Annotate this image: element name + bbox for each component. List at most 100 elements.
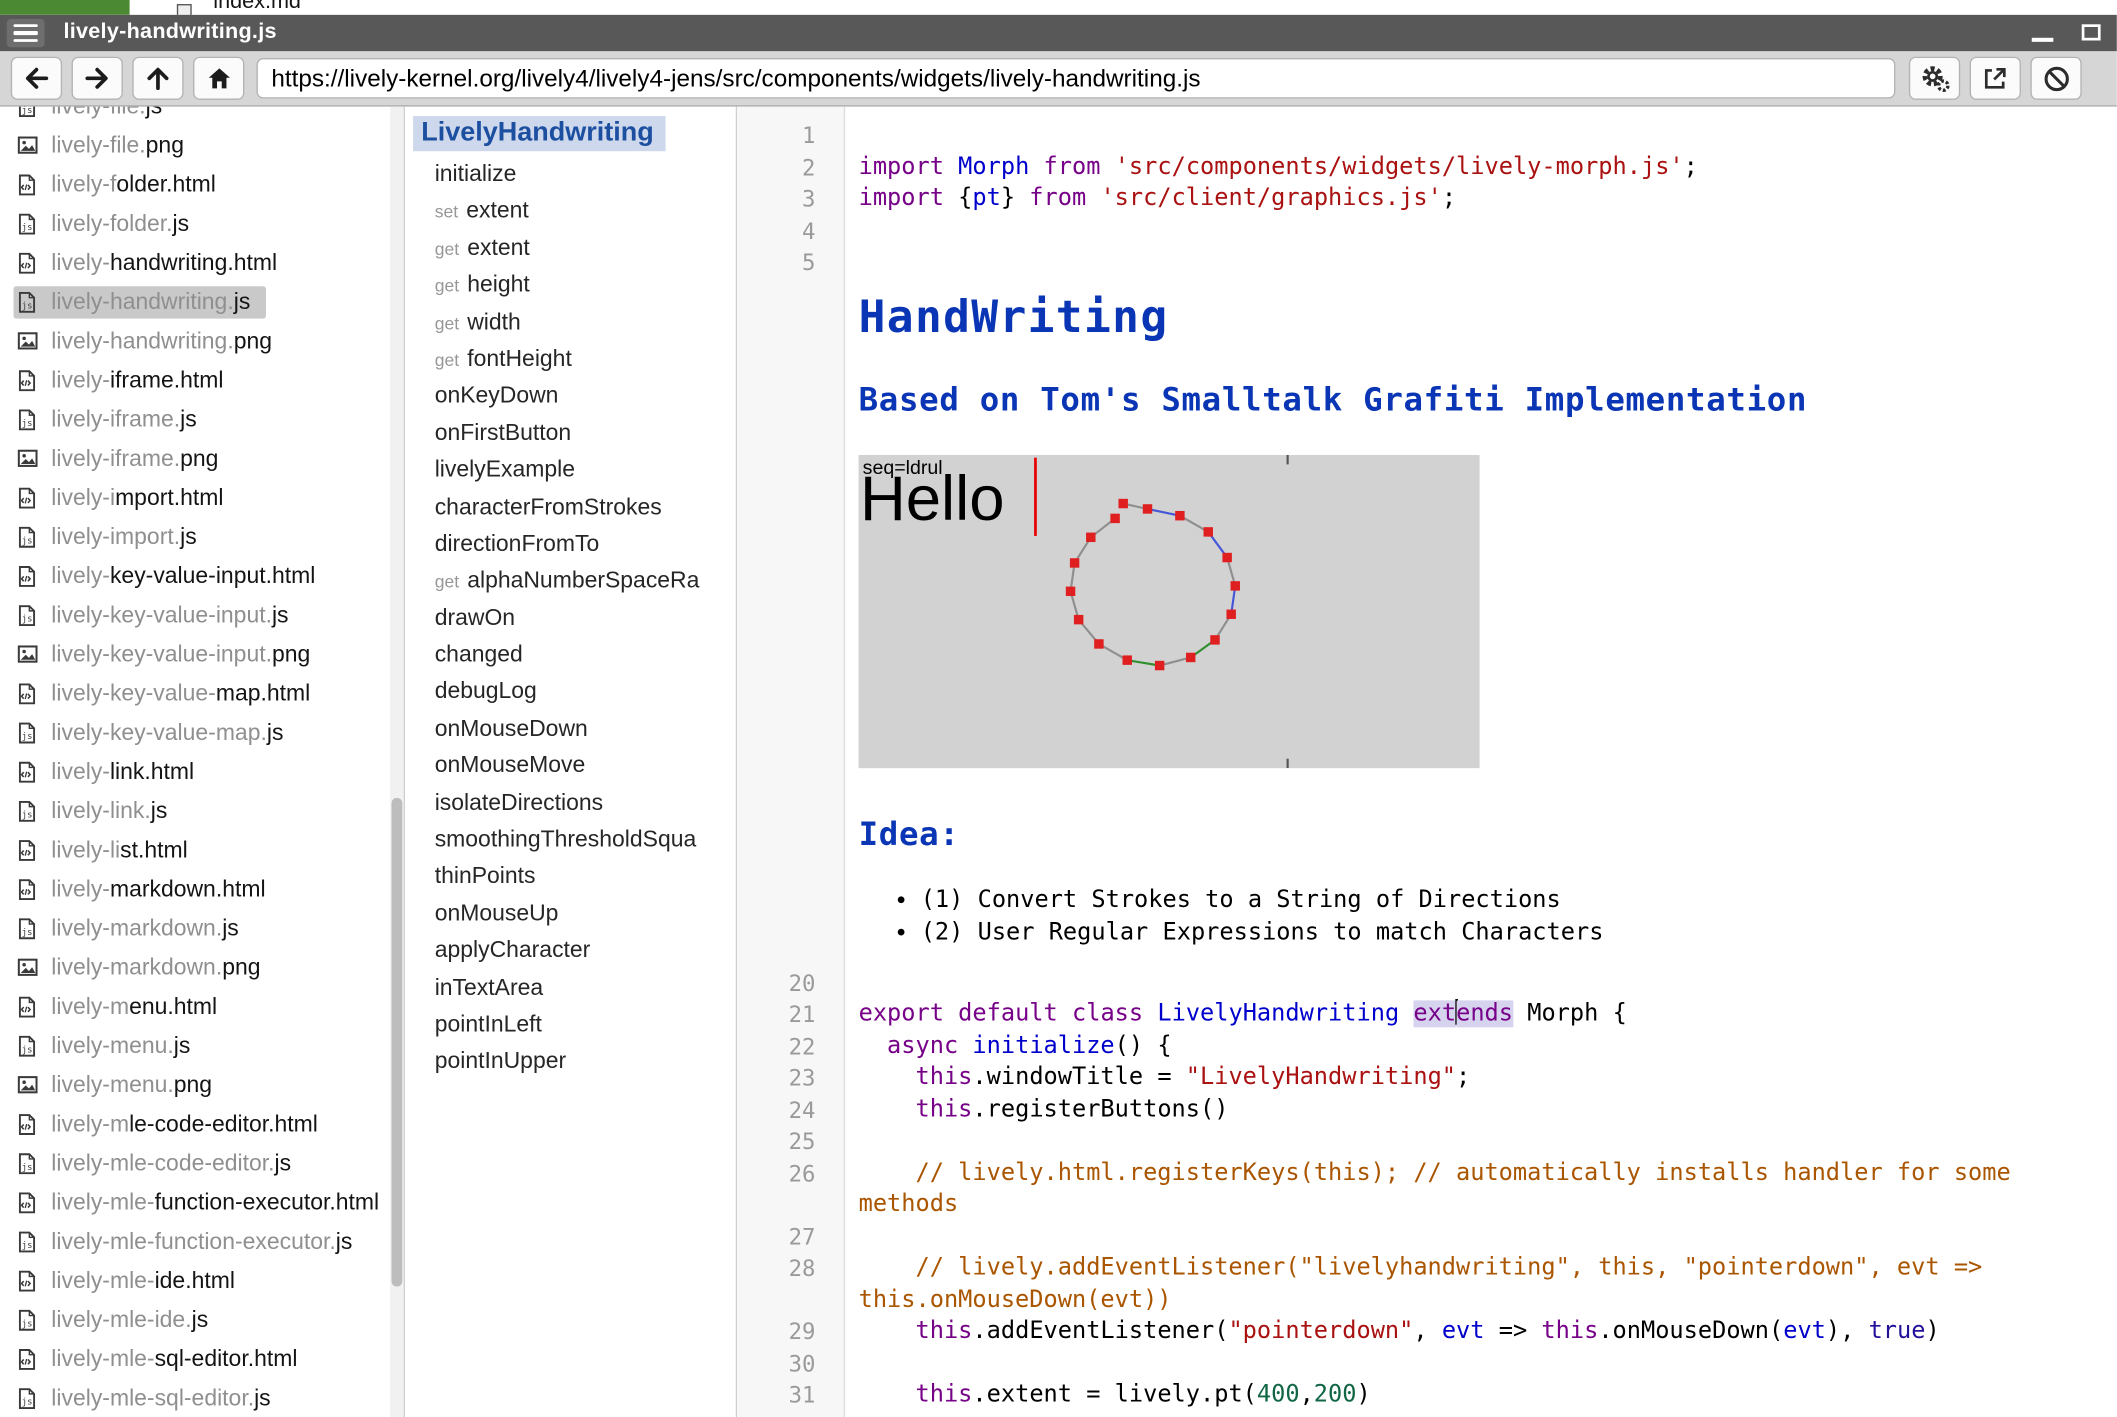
- code-token: [1086, 185, 1100, 212]
- outline-item[interactable]: initialize: [405, 155, 736, 192]
- code-line[interactable]: 4: [859, 215, 2109, 247]
- outline-item[interactable]: onMouseDown: [405, 710, 736, 747]
- file-row-content: lively-menu.png: [18, 1071, 213, 1098]
- file-name: lively-handwriting.js: [51, 288, 250, 315]
- file-name-rest: js: [254, 1384, 271, 1410]
- code-token: ;: [1442, 185, 1456, 212]
- file-item[interactable]: lively-menu.html: [0, 987, 404, 1026]
- code-line[interactable]: 21export default class LivelyHandwriting…: [859, 999, 2109, 1031]
- file-item[interactable]: lively-link.html: [0, 752, 404, 791]
- up-button[interactable]: [132, 57, 183, 100]
- file-item[interactable]: lively-mle-ide.html: [0, 1261, 404, 1300]
- file-item[interactable]: lively-mle-sql-editor.html: [0, 1339, 404, 1378]
- file-item[interactable]: jslively-menu.js: [0, 1026, 404, 1065]
- file-item[interactable]: lively-folder.html: [0, 165, 404, 204]
- file-item[interactable]: jslively-key-value-map.js: [0, 713, 404, 752]
- code-line[interactable]: 24 this.registerButtons(): [859, 1094, 2109, 1126]
- code-line[interactable]: 20: [859, 967, 2109, 999]
- file-item[interactable]: lively-mle-code-editor.html: [0, 1104, 404, 1143]
- js-file-icon: js: [18, 1386, 41, 1409]
- maximize-button[interactable]: [2080, 22, 2103, 44]
- code-line[interactable]: 1: [859, 120, 2109, 152]
- outline-item[interactable]: characterFromStrokes: [405, 488, 736, 525]
- outline-item[interactable]: getwidth: [405, 303, 736, 340]
- code-line[interactable]: 29 this.addEventListener("pointerdown", …: [859, 1316, 2109, 1348]
- file-name-rest: map.html: [216, 680, 310, 706]
- svg-text:js: js: [22, 1045, 33, 1055]
- file-item[interactable]: lively-key-value-map.html: [0, 674, 404, 713]
- outline-item[interactable]: applyCharacter: [405, 932, 736, 969]
- url-input[interactable]: [257, 58, 1896, 99]
- outline-item[interactable]: onKeyDown: [405, 377, 736, 414]
- file-item[interactable]: jslively-iframe.js: [0, 400, 404, 439]
- file-item[interactable]: lively-iframe.png: [0, 439, 404, 478]
- file-item[interactable]: jslively-key-value-input.js: [0, 595, 404, 634]
- home-button[interactable]: [193, 57, 244, 100]
- file-item[interactable]: lively-menu.png: [0, 1065, 404, 1104]
- file-item[interactable]: lively-handwriting.html: [0, 243, 404, 282]
- outline-item[interactable]: getfontHeight: [405, 340, 736, 377]
- file-item[interactable]: jslively-mle-ide.js: [0, 1300, 404, 1339]
- outline-item[interactable]: isolateDirections: [405, 784, 736, 821]
- code-line[interactable]: 23 this.windowTitle = "LivelyHandwriting…: [859, 1062, 2109, 1094]
- settings-button[interactable]: [1909, 57, 1960, 100]
- outline-item[interactable]: livelyExample: [405, 451, 736, 488]
- file-item[interactable]: lively-import.html: [0, 478, 404, 517]
- outline-item[interactable]: thinPoints: [405, 858, 736, 895]
- code-line[interactable]: 22 async initialize() {: [859, 1031, 2109, 1063]
- outline-class-item[interactable]: LivelyHandwriting: [413, 116, 666, 151]
- file-item[interactable]: jslively-file.js: [0, 107, 404, 126]
- file-item[interactable]: lively-file.png: [0, 126, 404, 165]
- outline-item[interactable]: getextent: [405, 229, 736, 266]
- file-item[interactable]: lively-markdown.html: [0, 869, 404, 908]
- file-item[interactable]: lively-handwriting.png: [0, 321, 404, 360]
- file-item[interactable]: lively-key-value-input.html: [0, 556, 404, 595]
- cancel-button[interactable]: [2030, 57, 2081, 100]
- code-line[interactable]: 28 // lively.addEventListener("livelyhan…: [859, 1253, 2109, 1316]
- code-line[interactable]: 3import {pt} from 'src/client/graphics.j…: [859, 184, 2109, 216]
- outline-item[interactable]: debugLog: [405, 673, 736, 710]
- code-line[interactable]: 31 this.extent = lively.pt(400,200): [859, 1380, 2109, 1412]
- menu-button[interactable]: [7, 19, 45, 47]
- back-button[interactable]: [11, 57, 62, 100]
- minimize-button[interactable]: [2029, 23, 2059, 45]
- outline-item[interactable]: getalphaNumberSpaceRa: [405, 562, 736, 599]
- forward-button[interactable]: [72, 57, 123, 100]
- file-item[interactable]: lively-iframe.html: [0, 360, 404, 399]
- code-line[interactable]: 5: [859, 247, 2109, 279]
- sidebar-scrollbar-thumb[interactable]: [392, 798, 403, 1287]
- file-item[interactable]: jslively-folder.js: [0, 204, 404, 243]
- line-number: 28: [737, 1253, 815, 1285]
- outline-item[interactable]: smoothingThresholdSqua: [405, 821, 736, 858]
- outline-item[interactable]: onMouseMove: [405, 747, 736, 784]
- file-item[interactable]: lively-list.html: [0, 830, 404, 869]
- outline-item[interactable]: drawOn: [405, 599, 736, 636]
- file-item[interactable]: lively-markdown.png: [0, 948, 404, 987]
- file-item[interactable]: jslively-link.js: [0, 791, 404, 830]
- outline-item[interactable]: pointInUpper: [405, 1043, 736, 1080]
- outline-item[interactable]: pointInLeft: [405, 1006, 736, 1043]
- file-item[interactable]: jslively-mle-code-editor.js: [0, 1143, 404, 1182]
- outline-item[interactable]: directionFromTo: [405, 525, 736, 562]
- code-line[interactable]: 30: [859, 1348, 2109, 1380]
- file-item[interactable]: jslively-mle-sql-editor.js: [0, 1378, 404, 1417]
- outline-item[interactable]: changed: [405, 636, 736, 673]
- file-item[interactable]: jslively-handwriting.js: [0, 282, 404, 321]
- code-line[interactable]: 27: [859, 1221, 2109, 1253]
- code-line[interactable]: 25: [859, 1126, 2109, 1158]
- outline-item[interactable]: onMouseUp: [405, 895, 736, 932]
- outline-item[interactable]: onFirstButton: [405, 414, 736, 451]
- file-item[interactable]: jslively-import.js: [0, 517, 404, 556]
- open-external-button[interactable]: [1970, 57, 2021, 100]
- outline-item[interactable]: inTextArea: [405, 969, 736, 1006]
- code-token: [859, 1032, 887, 1059]
- file-item[interactable]: lively-key-value-input.png: [0, 635, 404, 674]
- file-item[interactable]: jslively-mle-function-executor.js: [0, 1222, 404, 1261]
- file-item[interactable]: lively-mle-function-executor.html: [0, 1183, 404, 1222]
- outline-item[interactable]: getheight: [405, 266, 736, 303]
- file-name-prefix: lively-link.: [51, 797, 150, 823]
- code-line[interactable]: 26 // lively.html.registerKeys(this); //…: [859, 1158, 2109, 1221]
- outline-item[interactable]: setextent: [405, 192, 736, 229]
- code-line[interactable]: 2import Morph from 'src/components/widge…: [859, 152, 2109, 184]
- file-item[interactable]: jslively-markdown.js: [0, 909, 404, 948]
